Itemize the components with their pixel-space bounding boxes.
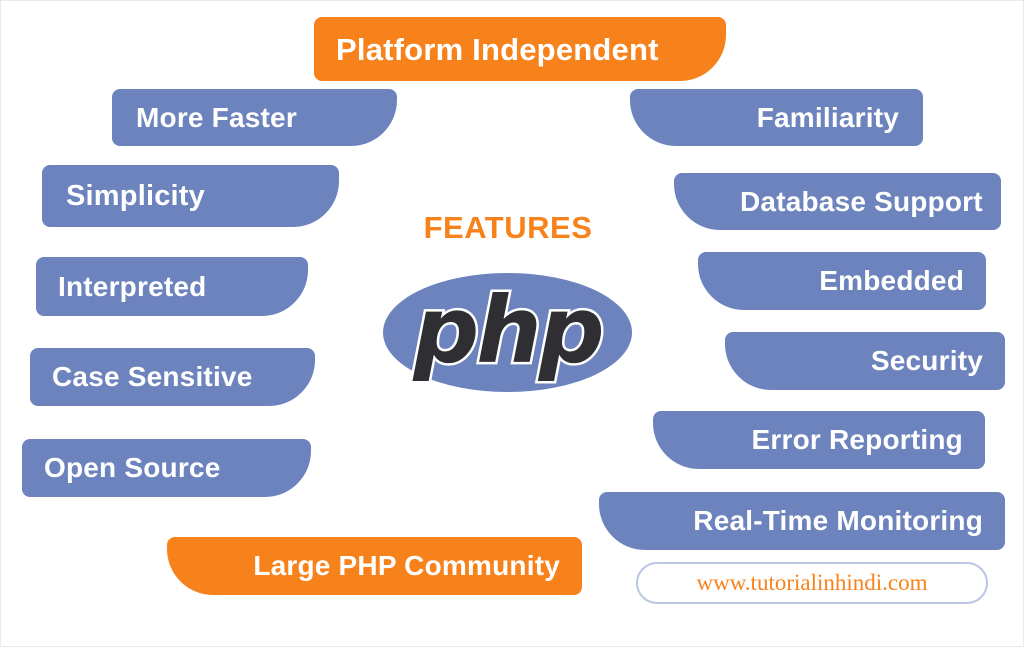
feature-banner-open-source[interactable]: Open Source [22,439,311,497]
feature-banner-database-support[interactable]: Database Support [674,173,1001,230]
feature-banner-label: Embedded [819,265,964,296]
feature-banner-case-sensitive[interactable]: Case Sensitive [30,348,315,406]
feature-banner-error-reporting[interactable]: Error Reporting [653,411,985,469]
website-url-text: www.tutorialinhindi.com [696,570,928,595]
feature-banner-label: Interpreted [58,270,207,302]
feature-banner-label: Case Sensitive [52,361,253,392]
feature-banner-embedded[interactable]: Embedded [698,252,986,310]
feature-banner-platform-independent[interactable]: Platform Independent [314,17,726,81]
feature-banner-real-time-monitoring[interactable]: Real-Time Monitoring [599,492,1005,550]
feature-banner-label: Open Source [44,452,221,483]
features-heading: FEATURES [423,210,593,245]
feature-banner-label: Familiarity [756,101,899,133]
feature-banner-label: Database Support [740,185,983,217]
feature-banner-label: Platform Independent [336,31,659,67]
feature-banner-large-php-community[interactable]: Large PHP Community [167,537,582,595]
php-logo-wordmark: php [411,276,607,384]
feature-banner-interpreted[interactable]: Interpreted [36,257,308,316]
feature-banner-familiarity[interactable]: Familiarity [630,89,923,146]
feature-banner-label: Large PHP Community [253,550,560,581]
feature-banner-security[interactable]: Security [725,332,1005,390]
website-url-badge[interactable]: www.tutorialinhindi.com [636,562,988,604]
feature-banner-label: Simplicity [66,179,205,212]
feature-banner-label: Real-Time Monitoring [693,505,983,536]
feature-banner-label: Security [870,345,983,376]
feature-banner-label: Error Reporting [751,424,963,455]
feature-banner-simplicity[interactable]: Simplicity [42,165,339,227]
feature-banner-more-faster[interactable]: More Faster [112,89,397,146]
feature-banner-label: More Faster [136,101,297,133]
infographic-canvas: Platform Independent More Faster Familiari… [0,0,1024,647]
php-logo: php [383,273,632,392]
